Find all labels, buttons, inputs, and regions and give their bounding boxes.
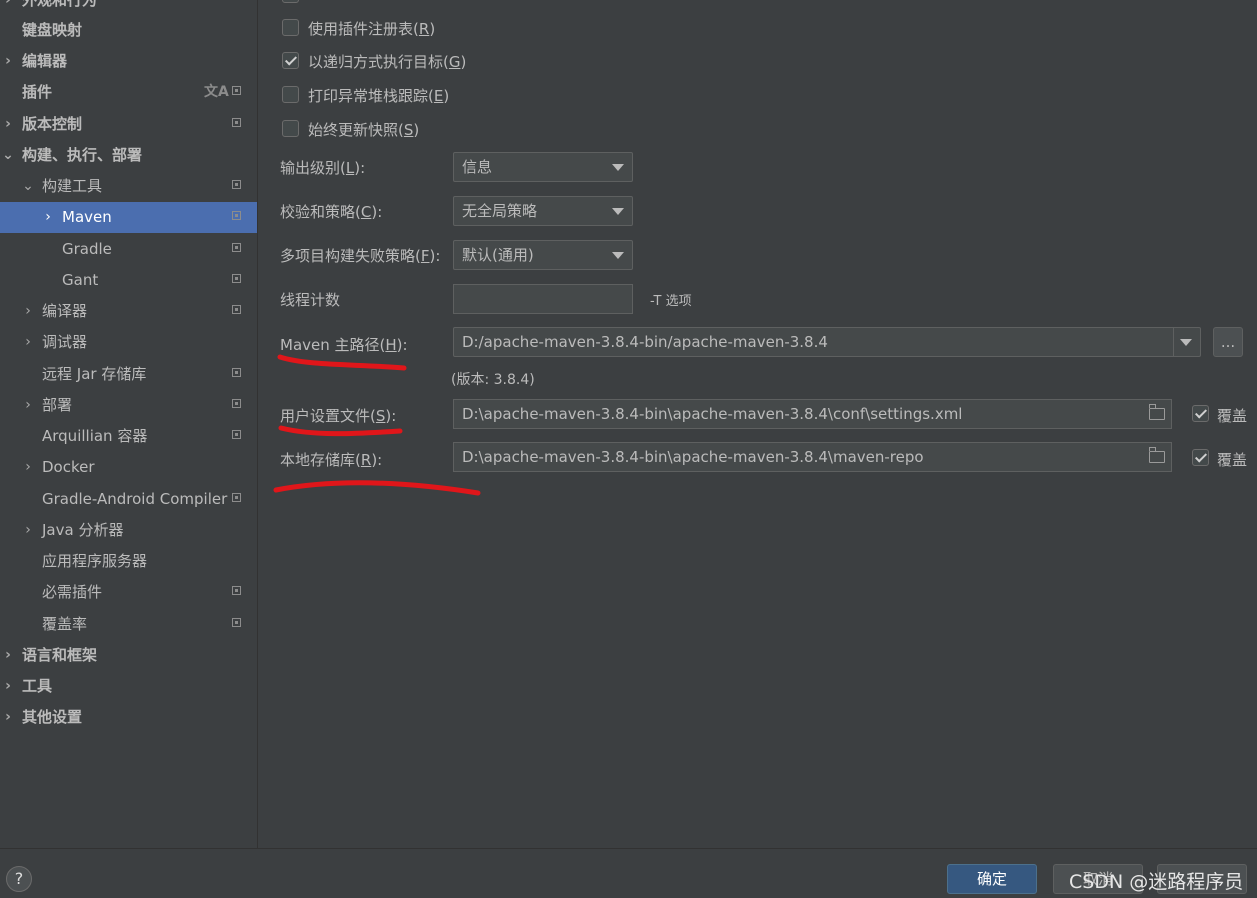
chevron-right-icon[interactable]: › xyxy=(22,515,34,546)
project-settings-icon xyxy=(232,118,241,127)
sidebar-item[interactable]: Arquillian 容器 xyxy=(0,421,257,452)
sidebar-item[interactable]: 远程 Jar 存储库 xyxy=(0,359,257,390)
project-settings-icon xyxy=(232,586,241,595)
ok-button[interactable]: 确定 xyxy=(947,864,1037,894)
sidebar-item-label: 部署 xyxy=(42,396,73,414)
chevron-right-icon[interactable]: › xyxy=(2,0,14,16)
chevron-right-icon[interactable]: › xyxy=(22,452,34,483)
sidebar-item-label: 语言和框架 xyxy=(22,646,98,664)
sidebar-item-label: Gant xyxy=(62,271,99,289)
sidebar-item[interactable]: › 工具 xyxy=(0,671,257,702)
chevron-down-icon[interactable]: ⌄ xyxy=(2,140,14,171)
chevron-right-icon[interactable]: › xyxy=(22,296,34,327)
dialog-footer: ? 确定 取消 CSDN @迷路程序员 xyxy=(0,848,1257,898)
project-settings-icon xyxy=(232,305,241,314)
sidebar-item-label: 工具 xyxy=(22,677,53,695)
sidebar-item[interactable]: › Java 分析器 xyxy=(0,515,257,546)
sidebar-item[interactable]: › 语言和框架 xyxy=(0,640,257,671)
sidebar-item[interactable]: › 编译器 xyxy=(0,296,257,327)
sidebar-item[interactable]: › 部署 xyxy=(0,390,257,421)
chevron-right-icon[interactable]: › xyxy=(2,109,14,140)
sidebar-item[interactable]: 应用程序服务器 xyxy=(0,546,257,577)
project-settings-icon xyxy=(232,180,241,189)
sidebar-item-label: 编辑器 xyxy=(22,52,68,70)
sidebar-item[interactable]: Gradle xyxy=(0,234,257,265)
sidebar-item-label: Docker xyxy=(42,458,95,476)
sidebar-item-label: 编译器 xyxy=(42,302,88,320)
sidebar-item-label: 构建、执行、部署 xyxy=(22,146,143,164)
sidebar-item-label: Java 分析器 xyxy=(42,521,124,539)
project-settings-icon xyxy=(232,399,241,408)
chevron-right-icon[interactable]: › xyxy=(22,327,34,358)
sidebar-item-label: 远程 Jar 存储库 xyxy=(42,365,147,383)
sidebar-item[interactable]: › 其他设置 xyxy=(0,702,257,733)
sidebar-item-label: 必需插件 xyxy=(42,583,103,601)
sidebar-item-label: 其他设置 xyxy=(22,708,83,726)
sidebar-item-label: Arquillian 容器 xyxy=(42,427,148,445)
project-settings-icon xyxy=(232,368,241,377)
sidebar-item[interactable]: 键盘映射 xyxy=(0,15,257,46)
chevron-right-icon[interactable]: › xyxy=(2,702,14,733)
chevron-right-icon[interactable]: › xyxy=(22,390,34,421)
sidebar-item-label: 插件 xyxy=(22,83,53,101)
sidebar-item[interactable]: › Maven xyxy=(0,202,257,233)
project-settings-icon xyxy=(232,86,241,95)
chevron-right-icon[interactable]: › xyxy=(2,46,14,77)
project-settings-icon xyxy=(232,274,241,283)
sidebar-item[interactable]: › 外观和行为 xyxy=(0,0,257,16)
annotation-underline-settings-file xyxy=(278,425,403,437)
sidebar-item[interactable]: › 编辑器 xyxy=(0,46,257,77)
sidebar-item[interactable]: Gradle-Android Compiler xyxy=(0,484,257,515)
sidebar-item-label: 调试器 xyxy=(42,333,88,351)
sidebar-item-label: Gradle xyxy=(62,240,112,258)
chevron-right-icon[interactable]: › xyxy=(2,671,14,702)
annotation-underline-local-repo xyxy=(273,480,481,496)
sidebar-item-label: Maven xyxy=(62,208,112,226)
sidebar-item-label: 覆盖率 xyxy=(42,615,88,633)
project-settings-icon xyxy=(232,243,241,252)
sidebar-item-label: Gradle-Android Compiler xyxy=(42,490,228,508)
sidebar-item-label: 构建工具 xyxy=(42,177,103,195)
sidebar-item[interactable]: Gant xyxy=(0,265,257,296)
project-settings-icon xyxy=(232,211,241,220)
annotation-underline-maven-home xyxy=(277,354,407,371)
sidebar-item[interactable]: › 版本控制 xyxy=(0,109,257,140)
project-settings-icon xyxy=(232,493,241,502)
sidebar-item[interactable]: ⌄ 构建、执行、部署 xyxy=(0,140,257,171)
project-settings-icon xyxy=(232,430,241,439)
sidebar-item[interactable]: › 调试器 xyxy=(0,327,257,358)
settings-sidebar: › 外观和行为键盘映射 › 编辑器插件 文A › 版本控制 ⌄ 构建、执行、部署 ⌄ 构建工具 › Ma… xyxy=(0,0,257,848)
sidebar-item-label: 外观和行为 xyxy=(22,0,98,9)
sidebar-item-label: 版本控制 xyxy=(22,115,83,133)
sidebar-item[interactable]: 覆盖率 xyxy=(0,609,257,640)
project-settings-icon xyxy=(232,618,241,627)
sidebar-item[interactable]: › Docker xyxy=(0,452,257,483)
sidebar-item-label: 键盘映射 xyxy=(22,21,83,39)
red-underline-annotations xyxy=(273,354,481,496)
help-icon[interactable]: ? xyxy=(6,866,32,892)
chevron-right-icon[interactable]: › xyxy=(42,202,54,233)
sidebar-item[interactable]: ⌄ 构建工具 xyxy=(0,171,257,202)
sidebar-item-label: 应用程序服务器 xyxy=(42,552,148,570)
chevron-down-icon[interactable]: ⌄ xyxy=(22,171,34,202)
chevron-right-icon[interactable]: › xyxy=(2,640,14,671)
watermark-text: CSDN @迷路程序员 xyxy=(1069,871,1244,893)
sidebar-item[interactable]: 必需插件 xyxy=(0,577,257,608)
translate-icon: 文A xyxy=(204,84,229,100)
sidebar-item[interactable]: 插件 文A xyxy=(0,77,257,108)
maven-settings-panel: 使用插件注册表(R) 以递归方式执行目标(G) 打印异常堆栈跟踪(E) 始终更新… xyxy=(257,0,1257,848)
